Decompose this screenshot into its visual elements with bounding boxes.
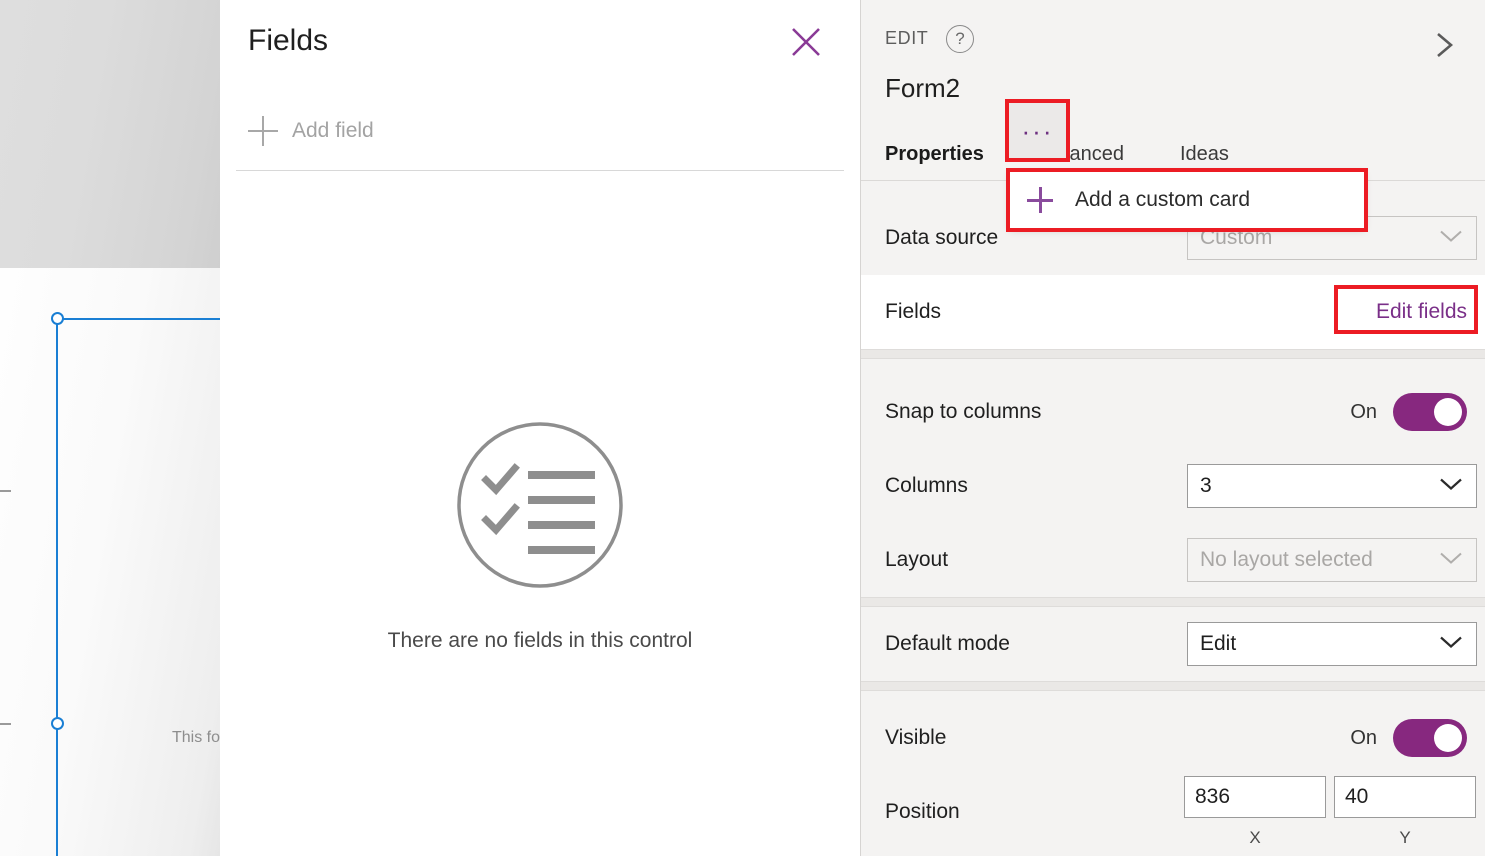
- section-separator: [861, 349, 1485, 359]
- position-y-input[interactable]: 40: [1334, 776, 1476, 818]
- snap-to-columns-label: Snap to columns: [885, 400, 1042, 423]
- section-separator: [861, 681, 1485, 691]
- fields-empty-state-message: There are no fields in this control: [387, 629, 693, 652]
- row-snap-to-columns: Snap to columns On: [861, 375, 1485, 449]
- row-fields: Fields Edit fields: [861, 275, 1485, 349]
- selection-border-left: [56, 318, 58, 856]
- tab-ideas[interactable]: Ideas: [1180, 143, 1300, 166]
- position-y-value: 40: [1345, 785, 1369, 808]
- add-custom-card-label: Add a custom card: [1075, 188, 1251, 211]
- properties-panel-header: EDIT ? Form2: [861, 0, 1485, 136]
- row-columns: Columns 3: [861, 449, 1485, 523]
- chevron-down-icon: [1438, 550, 1464, 571]
- chevron-right-icon[interactable]: [1421, 22, 1467, 68]
- add-field-button[interactable]: Add field: [236, 104, 844, 158]
- section-mode: Default mode Edit: [861, 607, 1485, 681]
- fields-label: Fields: [885, 300, 942, 323]
- columns-label: Columns: [885, 474, 968, 497]
- toggle-knob: [1434, 398, 1462, 426]
- edit-fields-link[interactable]: Edit fields: [1376, 300, 1467, 324]
- help-glyph: ?: [955, 29, 965, 48]
- checklist-circle-icon: [455, 420, 625, 595]
- properties-panel: EDIT ? Form2 Properties Advanced Ideas D…: [860, 0, 1485, 856]
- default-mode-dropdown[interactable]: Edit: [1187, 622, 1477, 666]
- position-label: Position: [885, 800, 960, 823]
- snap-to-columns-state: On: [1350, 400, 1377, 423]
- chevron-down-icon: [1438, 228, 1464, 249]
- row-default-mode: Default mode Edit: [861, 607, 1485, 681]
- columns-value: 3: [1200, 474, 1212, 497]
- plus-icon: [1027, 187, 1053, 213]
- section-separator: [861, 597, 1485, 607]
- question-circle-icon[interactable]: ?: [946, 25, 974, 53]
- data-source-value: Custom: [1200, 226, 1273, 249]
- ruler-tick: [0, 490, 11, 492]
- control-name: Form2: [885, 73, 961, 103]
- chevron-down-icon: [1438, 634, 1464, 655]
- visible-toggle-group: On: [1350, 719, 1467, 757]
- default-mode-value: Edit: [1200, 632, 1237, 655]
- selection-border-top: [57, 318, 220, 320]
- visible-toggle[interactable]: [1393, 719, 1467, 757]
- layout-value: No layout selected: [1200, 548, 1373, 571]
- layout-label: Layout: [885, 548, 949, 571]
- position-y-caption: Y: [1399, 828, 1411, 847]
- fields-panel: Fields Add field ··· Add a custom card T…: [220, 0, 1368, 856]
- columns-dropdown[interactable]: 3: [1187, 464, 1477, 508]
- position-x-caption: X: [1249, 828, 1261, 847]
- canvas-screen-surface: [0, 268, 220, 856]
- layout-dropdown[interactable]: No layout selected: [1187, 538, 1477, 582]
- add-custom-card-menu-item[interactable]: Add a custom card: [1010, 172, 1364, 228]
- row-visible: Visible On: [861, 701, 1485, 775]
- section-appearance: Visible On Position: [861, 701, 1485, 849]
- canvas-form-hint-text: This fo: [172, 729, 220, 746]
- more-options-button[interactable]: ···: [1009, 103, 1066, 158]
- data-source-label: Data source: [885, 226, 999, 249]
- canvas-toolbar-region: [0, 0, 220, 268]
- properties-panel-tabs: Properties Advanced Ideas: [885, 143, 1300, 166]
- add-field-label: Add field: [292, 119, 374, 142]
- position-x-value: 836: [1195, 785, 1231, 808]
- plus-icon: [248, 116, 278, 146]
- row-layout: Layout No layout selected: [861, 523, 1485, 597]
- fields-divider: [236, 170, 844, 171]
- chevron-down-icon: [1438, 476, 1464, 497]
- toggle-knob: [1434, 724, 1462, 752]
- position-x-input[interactable]: 836: [1184, 776, 1326, 818]
- snap-to-columns-toggle[interactable]: [1393, 393, 1467, 431]
- default-mode-label: Default mode: [885, 632, 1010, 655]
- edit-mode-label: EDIT: [885, 28, 929, 48]
- selection-handle-middle-left[interactable]: [51, 717, 64, 730]
- fields-panel-title: Fields: [248, 24, 329, 57]
- snap-to-columns-toggle-group: On: [1350, 393, 1467, 431]
- close-icon[interactable]: [782, 18, 830, 66]
- fields-empty-state: There are no fields in this control: [220, 420, 860, 653]
- app-canvas: This fo: [0, 0, 220, 856]
- app-root: This fo Fields Add field ··· Add a custo…: [0, 0, 1485, 856]
- section-layout: Snap to columns On Columns 3 Layout No l…: [861, 375, 1485, 597]
- visible-label: Visible: [885, 726, 947, 749]
- visible-state: On: [1350, 726, 1377, 749]
- ruler-tick: [0, 723, 11, 725]
- more-options-label: ···: [1021, 115, 1054, 146]
- selection-handle-top-left[interactable]: [51, 312, 64, 325]
